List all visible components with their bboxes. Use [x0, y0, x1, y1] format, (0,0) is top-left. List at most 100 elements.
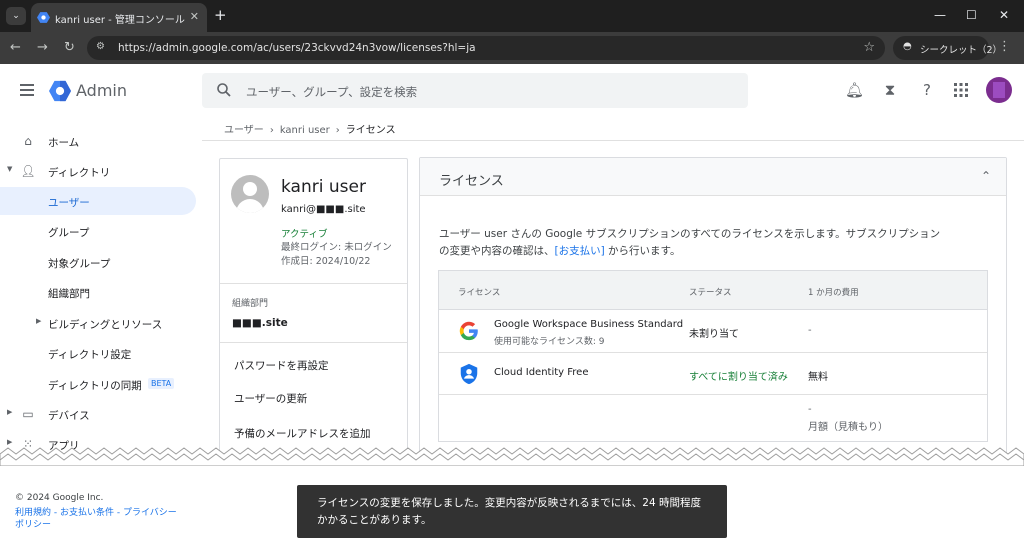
breadcrumb-current: ライセンス — [345, 125, 396, 136]
tasks-hourglass-icon[interactable]: ⧗ — [881, 81, 899, 99]
incognito-label: シークレット（2） — [920, 45, 1003, 56]
address-bar[interactable]: ⚙ https://admin.google.com/ac/users/23ck… — [87, 36, 885, 60]
total-cost: - — [808, 404, 812, 415]
sidebar-item-home[interactable]: ⌂ ホーム — [0, 127, 196, 155]
person-icon: 👤︎ — [20, 164, 36, 178]
user-status: アクティブ — [281, 229, 328, 240]
expand-caret-icon[interactable]: ▶ — [36, 317, 41, 325]
divider — [202, 140, 1024, 141]
reload-icon[interactable]: ↻ — [64, 40, 75, 56]
sidebar-item-users[interactable]: ユーザー — [0, 187, 196, 215]
license-cost: - — [808, 325, 812, 336]
url-text: https://admin.google.com/ac/users/23ckvv… — [118, 42, 476, 54]
incognito-icon: ◓ — [903, 41, 912, 52]
new-tab-icon[interactable]: + — [214, 7, 227, 23]
license-name: Cloud Identity Free — [494, 367, 589, 378]
expand-caret-icon[interactable]: ▶ — [7, 408, 12, 416]
org-unit-label: 組織部門 — [232, 299, 269, 309]
snackbar-toast: ライセンスの変更を保存しました。変更内容が反映されるまでには、24 時間程度かか… — [297, 485, 727, 538]
sidebar-label: デバイス — [48, 410, 90, 422]
sidebar-item-directory-sync[interactable]: ディレクトリの同期 BETA — [0, 370, 196, 398]
sidebar-label: ディレクトリ設定 — [48, 349, 132, 361]
footer-links-privacy[interactable]: ポリシー — [15, 517, 51, 530]
add-secondary-email-button[interactable]: 予備のメールアドレスを追加 — [234, 426, 371, 441]
column-header-status: ステータス — [689, 288, 732, 298]
maximize-icon[interactable]: ☐ — [966, 8, 977, 22]
sidebar-label: 対象グループ — [48, 258, 111, 270]
admin-favicon-icon — [37, 12, 50, 23]
licenses-title: ライセンス — [439, 174, 504, 189]
sidebar-item-target-groups[interactable]: 対象グループ — [0, 248, 196, 276]
home-icon: ⌂ — [24, 134, 32, 148]
apps-grid-icon[interactable] — [954, 83, 968, 97]
breadcrumb-users[interactable]: ユーザー — [224, 125, 264, 136]
total-cost-label: 月額（見積もり） — [808, 422, 888, 433]
billing-link[interactable]: [お支払い] — [555, 245, 605, 257]
sidebar-label: ディレクトリの同期 — [48, 380, 142, 392]
sidebar-label: 組織部門 — [48, 288, 90, 300]
column-header-license: ライセンス — [458, 288, 501, 298]
torn-edge-divider — [0, 447, 1024, 466]
site-info-icon[interactable]: ⚙ — [96, 41, 105, 52]
beta-badge: BETA — [148, 378, 175, 389]
browser-tab[interactable]: kanri user - 管理コンソール ✕ — [31, 3, 207, 32]
app-title[interactable]: Admin — [76, 81, 127, 100]
help-icon[interactable]: ? — [918, 81, 936, 99]
license-available: 使用可能なライセンス数: 9 — [494, 337, 605, 347]
user-summary-card: kanri user kanri@■■■.site アクティブ 最終ログイン: … — [219, 158, 408, 458]
user-avatar — [231, 175, 269, 213]
tab-search-chevron-icon[interactable]: ⌄ — [6, 7, 26, 25]
sidebar-label: グループ — [48, 227, 90, 239]
divider — [220, 283, 407, 284]
admin-search-input[interactable]: ユーザー、グループ、設定を検索 — [202, 73, 748, 108]
browser-menu-icon[interactable]: ⋮ — [998, 40, 1011, 54]
table-header: ライセンス ステータス 1 か月の費用 — [439, 271, 987, 310]
sidebar-label: ホーム — [48, 137, 80, 149]
sidebar-item-directory-settings[interactable]: ディレクトリ設定 — [0, 339, 196, 367]
incognito-button[interactable]: ◓ シークレット（2） — [893, 36, 1002, 60]
sidebar-item-org-units[interactable]: 組織部門 — [0, 278, 196, 306]
expand-caret-icon[interactable]: ▼ — [7, 165, 12, 173]
back-icon[interactable]: ← — [10, 40, 21, 56]
reset-password-button[interactable]: パスワードを再設定 — [234, 358, 329, 373]
description-line: ユーザー user さんの Google サブスクリプションのすべてのライセンス… — [439, 228, 941, 240]
licenses-panel-header[interactable]: ライセンス ⌃ — [420, 158, 1006, 196]
user-email: kanri@■■■.site — [281, 204, 366, 215]
browser-toolbar: ← → ↻ ⚙ https://admin.google.com/ac/user… — [0, 32, 1024, 64]
license-name: Google Workspace Business Standard — [494, 319, 684, 330]
org-unit-value: ■■■.site — [232, 317, 288, 329]
update-user-button[interactable]: ユーザーの更新 — [234, 391, 307, 406]
table-row[interactable]: Cloud Identity Free すべてに割り当て済み 無料 — [439, 353, 987, 395]
sidebar-label: ユーザー — [48, 197, 90, 209]
notifications-bell-icon[interactable]: 🔔︎ — [845, 81, 864, 99]
license-status[interactable]: すべてに割り当て済み — [689, 368, 788, 383]
license-status[interactable]: 未割り当て — [689, 325, 739, 340]
sidebar-item-directory[interactable]: ▼ 👤︎ ディレクトリ — [0, 157, 196, 185]
column-header-cost: 1 か月の費用 — [808, 288, 859, 298]
description-text: の変更や内容の確認は、 — [439, 245, 555, 257]
sidebar-item-groups[interactable]: グループ — [0, 217, 196, 245]
admin-logo-icon — [49, 80, 71, 102]
sidebar-item-devices[interactable]: ▶ ▭ デバイス — [0, 400, 196, 428]
sidebar-item-buildings[interactable]: ▶ ビルディングとリソース — [0, 309, 196, 337]
sidebar-label: ビルディングとリソース — [48, 319, 163, 331]
search-icon — [217, 83, 231, 97]
cloud-identity-shield-icon — [460, 363, 478, 385]
window-close-icon[interactable]: ✕ — [999, 8, 1009, 22]
table-row[interactable]: Google Workspace Business Standard 使用可能な… — [439, 310, 987, 353]
breadcrumb-chevron-icon: › — [269, 125, 274, 136]
expand-caret-icon[interactable]: ▶ — [7, 438, 12, 446]
breadcrumb-user[interactable]: kanri user — [280, 125, 330, 136]
account-avatar[interactable] — [986, 77, 1012, 103]
bookmark-star-icon[interactable]: ☆ — [863, 40, 875, 55]
forward-icon[interactable]: → — [37, 40, 48, 56]
tab-close-icon[interactable]: ✕ — [190, 10, 199, 23]
main-menu-icon[interactable] — [20, 84, 34, 99]
collapse-chevron-icon[interactable]: ⌃ — [981, 169, 991, 183]
sidebar-label: ディレクトリ — [48, 167, 111, 179]
user-last-login: 最終ログイン: 未ログイン — [281, 242, 392, 253]
user-created: 作成日: 2024/10/22 — [281, 256, 371, 267]
minimize-icon[interactable]: — — [934, 8, 946, 22]
licenses-description: ユーザー user さんの Google サブスクリプションのすべてのライセンス… — [439, 226, 995, 260]
search-placeholder: ユーザー、グループ、設定を検索 — [246, 85, 418, 99]
